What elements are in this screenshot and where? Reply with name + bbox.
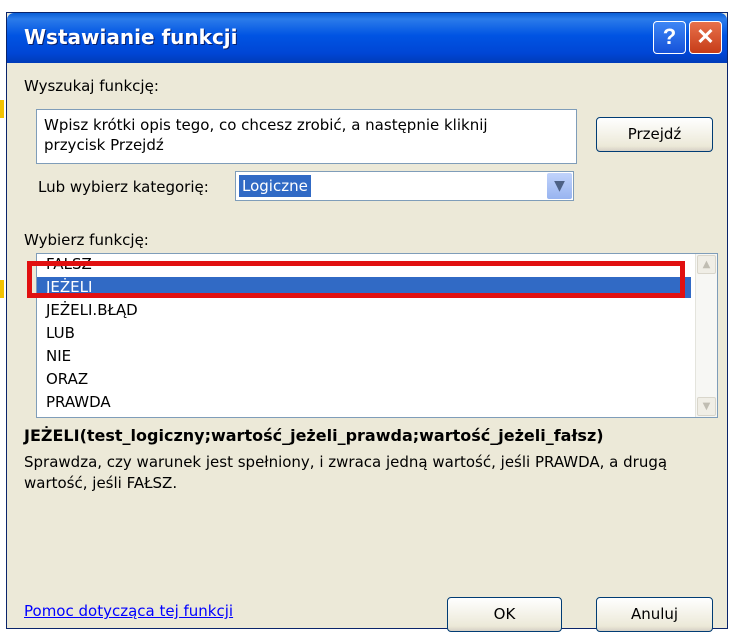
list-item[interactable]: LUB xyxy=(37,323,691,344)
search-input[interactable]: Wpisz krótki opis tego, co chcesz zrobić… xyxy=(36,109,577,164)
close-icon[interactable]: ✕ xyxy=(689,21,722,54)
list-item[interactable]: ORAZ xyxy=(37,369,691,390)
function-syntax: JEŻELI(test_logiczny;wartość_jeżeli_praw… xyxy=(24,426,604,445)
function-list-label: Wybierz funkcję: xyxy=(24,231,149,249)
cancel-button[interactable]: Anuluj xyxy=(596,597,713,632)
annotation-highlight-box xyxy=(27,261,685,298)
insert-function-dialog: Wstawianie funkcji ? ✕ Wyszukaj funkcję:… xyxy=(6,12,728,632)
cell-marker xyxy=(0,280,4,298)
list-scrollbar[interactable]: ▲ ▼ xyxy=(695,254,717,417)
cell-marker xyxy=(0,100,4,118)
scroll-down-icon[interactable]: ▼ xyxy=(697,397,716,416)
scroll-up-icon[interactable]: ▲ xyxy=(697,255,716,274)
ok-button[interactable]: OK xyxy=(447,597,562,632)
title-bar[interactable]: Wstawianie funkcji ? ✕ xyxy=(7,13,727,63)
dialog-title: Wstawianie funkcji xyxy=(24,25,238,49)
category-select[interactable]: Logiczne ▼ xyxy=(235,171,574,201)
category-label: Lub wybierz kategorię: xyxy=(38,178,209,196)
search-text-line1: Wpisz krótki opis tego, co chcesz zrobić… xyxy=(44,116,488,134)
go-button[interactable]: Przejdź xyxy=(596,117,713,152)
list-item[interactable]: PRAWDA xyxy=(37,392,691,413)
category-selected-value: Logiczne xyxy=(239,175,311,197)
list-item[interactable]: NIE xyxy=(37,346,691,367)
help-icon[interactable]: ? xyxy=(653,21,686,54)
chevron-down-icon[interactable]: ▼ xyxy=(547,173,572,199)
function-help-link[interactable]: Pomoc dotycząca tej funkcji xyxy=(24,602,233,620)
function-description: Sprawdza, czy warunek jest spełniony, i … xyxy=(24,453,668,492)
search-label: Wyszukaj funkcję: xyxy=(24,77,159,95)
list-item[interactable]: JEŻELI.BŁĄD xyxy=(37,300,691,321)
search-text-line2: przycisk Przejdź xyxy=(44,136,164,154)
